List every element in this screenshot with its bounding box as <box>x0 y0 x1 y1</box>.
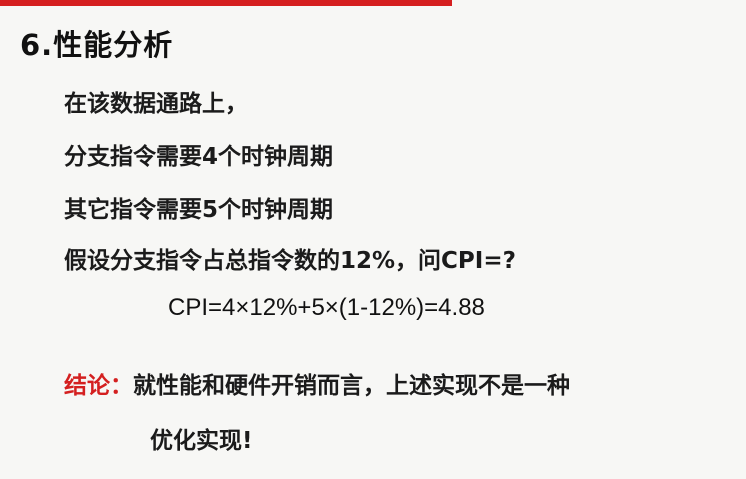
text-line-datapath: 在该数据通路上， <box>64 91 248 117</box>
text-line-other-cycles: 其它指令需要5个时钟周期 <box>64 197 334 223</box>
conclusion-label: 结论： <box>64 373 133 399</box>
cpi-formula: CPI=4×12%+5×(1-12%)=4.88 <box>168 294 485 321</box>
conclusion-text: 就性能和硬件开销而言，上述实现不是一种 <box>133 373 570 399</box>
conclusion-line: 结论：就性能和硬件开销而言，上述实现不是一种 <box>64 366 570 400</box>
text-line-question: 假设分支指令占总指令数的12%，问CPI=? <box>64 248 516 274</box>
slide-title: 6.性能分析 <box>20 28 174 62</box>
text-line-branch-cycles: 分支指令需要4个时钟周期 <box>64 144 334 170</box>
conclusion-continuation: 优化实现! <box>150 428 253 454</box>
top-accent-bar <box>0 0 452 6</box>
